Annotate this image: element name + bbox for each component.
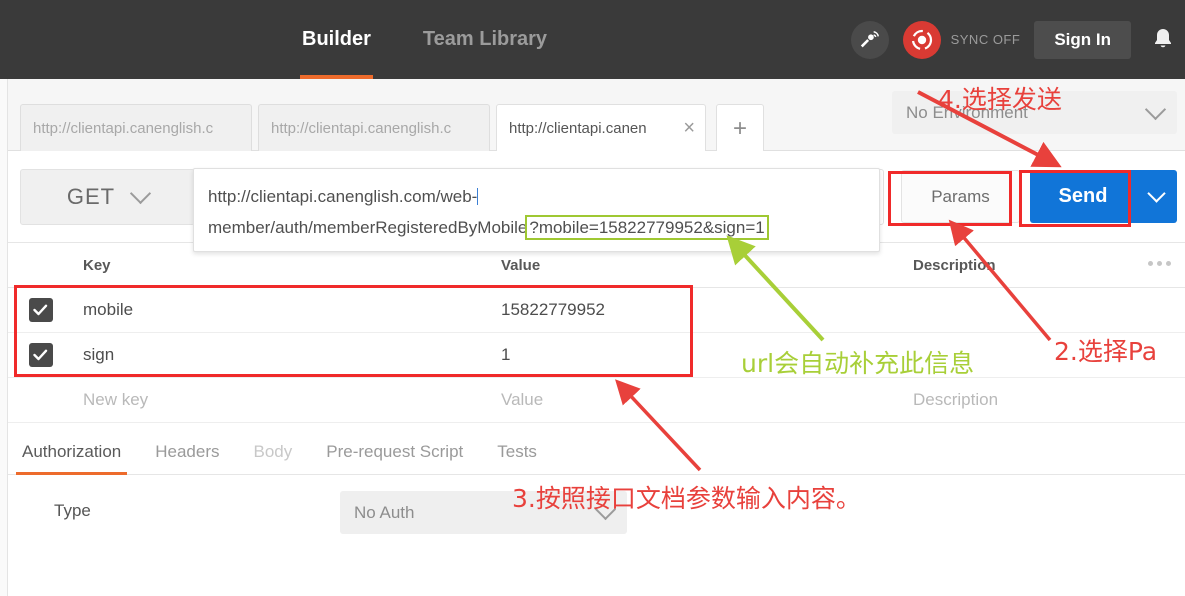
text-caret <box>477 188 479 205</box>
new-value-input[interactable]: Value <box>493 390 905 410</box>
params-bulk-edit-icon[interactable] <box>1148 261 1171 266</box>
header-cell-key: Key <box>83 256 111 274</box>
row-checkbox-cell[interactable] <box>8 298 73 322</box>
tab-body[interactable]: Body <box>254 430 293 475</box>
request-tab-2-label: http://clientapi.canen <box>509 120 647 137</box>
http-method-label: GET <box>66 184 116 209</box>
auth-type-label: Type <box>54 501 91 520</box>
table-row[interactable]: sign 1 <box>8 333 1185 378</box>
params-table: Key Value Description mobile 15822779952… <box>8 242 1185 430</box>
request-tab-2-active[interactable]: http://clientapi.canen × <box>496 104 706 152</box>
request-tab-0-label: http://clientapi.canenglish.c <box>33 120 214 137</box>
row-key-input[interactable]: sign <box>73 345 493 365</box>
tab-tests[interactable]: Tests <box>497 430 537 475</box>
satellite-dish-icon[interactable] <box>850 20 889 59</box>
checkbox-checked-icon[interactable] <box>28 343 53 367</box>
row-checkbox-cell[interactable] <box>8 343 73 367</box>
http-method-select[interactable]: GET <box>20 169 195 225</box>
request-tab-0[interactable]: http://clientapi.canenglish.c <box>20 104 252 152</box>
url-query-string: ?mobile=15822779952&sign=1 <box>525 215 769 240</box>
nav-tab-team-library-label: Team Library <box>422 28 548 50</box>
environment-selected-label: No Environment <box>906 102 1028 122</box>
header-cell-description: Description <box>913 256 996 274</box>
chevron-down-icon <box>1147 183 1166 203</box>
environment-select[interactable]: No Environment <box>892 91 1177 134</box>
header-right: SYNC OFF Sign In <box>850 0 1185 79</box>
bell-icon[interactable] <box>1145 27 1181 53</box>
new-description-input[interactable]: Description <box>905 390 1185 410</box>
table-row[interactable]: mobile 15822779952 <box>8 288 1185 333</box>
tab-pre-request-script[interactable]: Pre-request Script <box>326 430 463 475</box>
close-icon[interactable]: × <box>683 118 695 138</box>
url-line-2: member/auth/memberRegisteredByMobile <box>208 218 528 237</box>
chevron-down-icon <box>130 182 152 205</box>
send-button[interactable]: Send <box>1030 170 1136 223</box>
row-value-input[interactable]: 1 <box>493 345 905 365</box>
row-value-input[interactable]: 15822779952 <box>493 300 905 320</box>
add-tab-button[interactable]: + <box>716 104 764 152</box>
row-key-input[interactable]: mobile <box>73 300 493 320</box>
sidebar-edge <box>0 79 8 596</box>
app-header: Builder Team Library SYNC OFF Sign In <box>0 0 1185 79</box>
tab-headers[interactable]: Headers <box>155 430 219 475</box>
tab-body-label: Body <box>253 442 293 461</box>
chevron-down-icon <box>594 498 617 520</box>
nav-tab-builder[interactable]: Builder <box>290 0 383 79</box>
sync-status-label: SYNC OFF <box>950 32 1021 47</box>
auth-type-value: No Auth <box>354 502 415 522</box>
header-cell-value: Value <box>501 256 541 274</box>
sync-status-icon[interactable] <box>902 20 941 59</box>
url-input[interactable]: http://clientapi.canenglish.com/web-memb… <box>193 168 880 252</box>
tab-pre-request-script-label: Pre-request Script <box>326 442 464 461</box>
header-nav: Builder Team Library <box>290 0 559 79</box>
send-options-button[interactable] <box>1136 170 1177 223</box>
tab-headers-label: Headers <box>155 442 220 461</box>
request-tab-1-label: http://clientapi.canenglish.c <box>271 120 452 137</box>
params-button[interactable]: Params <box>901 170 1020 223</box>
url-line-1: http://clientapi.canenglish.com/web- <box>208 187 478 206</box>
table-row-new[interactable]: New key Value Description <box>8 378 1185 423</box>
request-detail-tabs: Authorization Headers Body Pre-request S… <box>8 430 1185 475</box>
tab-authorization-label: Authorization <box>22 442 122 461</box>
new-key-input[interactable]: New key <box>73 390 493 410</box>
auth-type-select[interactable]: No Auth <box>340 491 627 534</box>
authorization-panel: Type No Auth <box>8 475 1185 596</box>
sign-in-button[interactable]: Sign In <box>1034 20 1131 59</box>
nav-tab-team-library[interactable]: Team Library <box>411 0 559 79</box>
tab-tests-label: Tests <box>497 442 537 461</box>
checkbox-checked-icon[interactable] <box>28 298 53 322</box>
chevron-down-icon <box>1144 98 1167 120</box>
params-button-label: Params <box>931 186 990 206</box>
nav-tab-builder-label: Builder <box>302 28 371 50</box>
tab-authorization[interactable]: Authorization <box>15 430 128 475</box>
request-tab-1[interactable]: http://clientapi.canenglish.c <box>258 104 490 152</box>
